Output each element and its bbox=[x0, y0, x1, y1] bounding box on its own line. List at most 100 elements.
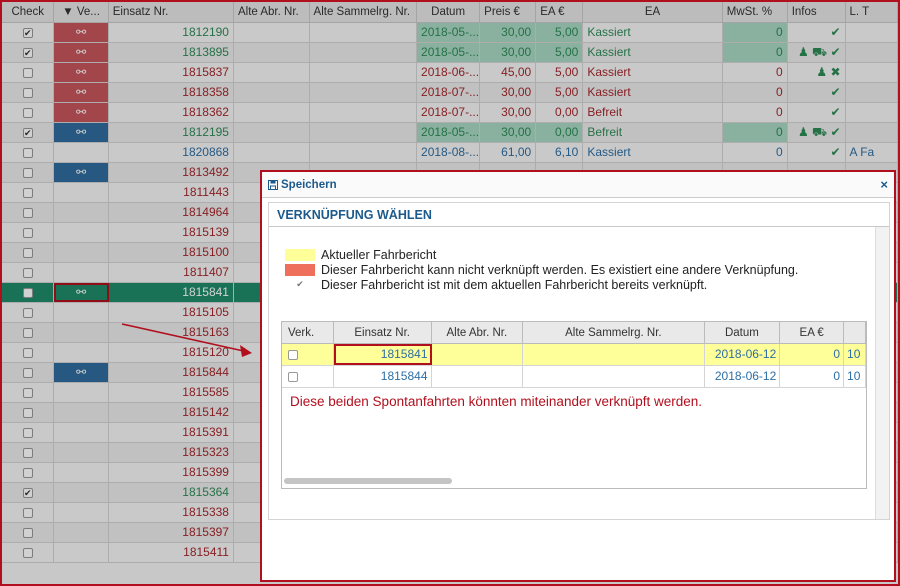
link-cell[interactable]: ⚯ bbox=[54, 103, 109, 122]
row-checkbox[interactable] bbox=[2, 223, 55, 242]
col-check[interactable]: Check bbox=[2, 2, 55, 22]
row-checkbox[interactable] bbox=[2, 463, 55, 482]
link-cell[interactable]: ⚯ bbox=[54, 123, 109, 142]
close-icon[interactable]: × bbox=[880, 177, 888, 192]
link-cell[interactable] bbox=[54, 263, 109, 282]
row-checkbox[interactable] bbox=[2, 523, 55, 542]
row-checkbox[interactable] bbox=[2, 283, 55, 302]
col-infos[interactable]: Infos bbox=[788, 2, 846, 22]
link-icon[interactable]: ⚯ bbox=[76, 125, 86, 139]
link-cell[interactable] bbox=[54, 543, 109, 562]
table-row[interactable]: ⚯ 1818358 2018-07-... 30,00 5,00 Kassiert 0 ✔ bbox=[2, 83, 898, 103]
table-row[interactable]: 1820868 2018-08-... 61,00 6,10 Kassiert 0 ✔ A F… bbox=[2, 143, 898, 163]
row-checkbox[interactable]: ✔ bbox=[2, 483, 55, 502]
row-checkbox[interactable] bbox=[2, 423, 55, 442]
col-mwst[interactable]: MwSt. % bbox=[723, 2, 788, 22]
link-icon[interactable]: ⚯ bbox=[76, 65, 86, 79]
link-cell[interactable] bbox=[54, 503, 109, 522]
link-cell[interactable] bbox=[54, 143, 109, 162]
link-icon[interactable]: ⚯ bbox=[76, 85, 86, 99]
link-cell[interactable] bbox=[54, 523, 109, 542]
verk-checkbox[interactable] bbox=[282, 344, 334, 365]
link-cell[interactable] bbox=[54, 223, 109, 242]
horizontal-scrollbar[interactable] bbox=[284, 478, 452, 484]
col-einsatz[interactable]: Einsatz Nr. bbox=[334, 322, 432, 343]
candidates-header: Verk. Einsatz Nr. Alte Abr. Nr. Alte Sam… bbox=[282, 322, 866, 344]
link-icon[interactable]: ⚯ bbox=[76, 45, 86, 59]
save-button[interactable]: Speichern bbox=[268, 179, 337, 191]
table-row[interactable]: ✔ ⚯ 1812190 2018-05-... 30,00 5,00 Kassiert 0 ✔ bbox=[2, 23, 898, 43]
table-row[interactable]: ⚯ 1818362 2018-07-... 30,00 0,00 Befreit 0 ✔ bbox=[2, 103, 898, 123]
col-alte-sammel[interactable]: Alte Sammelrg. Nr. bbox=[310, 2, 418, 22]
row-checkbox[interactable] bbox=[2, 203, 55, 222]
row-checkbox[interactable] bbox=[2, 263, 55, 282]
link-cell[interactable] bbox=[54, 443, 109, 462]
col-datum[interactable]: Datum bbox=[417, 2, 481, 22]
row-checkbox[interactable] bbox=[2, 183, 55, 202]
link-icon[interactable]: ⚯ bbox=[76, 285, 86, 299]
link-cell[interactable] bbox=[54, 383, 109, 402]
col-verk[interactable]: Verk. bbox=[282, 322, 334, 343]
row-checkbox[interactable] bbox=[2, 143, 55, 162]
row-checkbox[interactable] bbox=[2, 403, 55, 422]
col-alte-abr[interactable]: Alte Abr. Nr. bbox=[234, 2, 310, 22]
link-cell[interactable]: ⚯ bbox=[54, 23, 109, 42]
col-alte-sammel[interactable]: Alte Sammelrg. Nr. bbox=[523, 322, 705, 343]
verk-checkbox[interactable] bbox=[282, 366, 334, 387]
table-row[interactable]: ✔ ⚯ 1812195 2018-05-... 30,00 0,00 Befreit 0 ♟ ⛟… bbox=[2, 123, 898, 143]
row-checkbox[interactable] bbox=[2, 303, 55, 322]
col-verknuepfung[interactable]: ▼ Ve... bbox=[54, 2, 109, 22]
link-cell[interactable] bbox=[54, 483, 109, 502]
datum-cell: 2018-06-... bbox=[417, 63, 481, 82]
row-checkbox[interactable] bbox=[2, 83, 55, 102]
link-icon[interactable]: ⚯ bbox=[76, 365, 86, 379]
link-cell[interactable]: ⚯ bbox=[54, 163, 109, 182]
row-checkbox[interactable] bbox=[2, 383, 55, 402]
candidate-row-current[interactable]: 1815841 2018-06-12 0 10 bbox=[282, 344, 866, 366]
table-row[interactable]: ✔ ⚯ 1813895 2018-05-... 30,00 5,00 Kassiert 0 ♟ … bbox=[2, 43, 898, 63]
col-einsatz[interactable]: Einsatz Nr. bbox=[109, 2, 234, 22]
link-cell[interactable] bbox=[54, 463, 109, 482]
col-lt[interactable]: L. T bbox=[846, 2, 898, 22]
link-cell[interactable] bbox=[54, 423, 109, 442]
link-cell[interactable]: ⚯ bbox=[54, 63, 109, 82]
row-checkbox[interactable]: ✔ bbox=[2, 43, 55, 62]
link-icon[interactable]: ⚯ bbox=[76, 105, 86, 119]
link-cell[interactable]: ⚯ bbox=[54, 283, 109, 302]
candidate-row[interactable]: 1815844 2018-06-12 0 10 bbox=[282, 366, 866, 388]
row-checkbox[interactable] bbox=[2, 363, 55, 382]
row-checkbox[interactable] bbox=[2, 103, 55, 122]
einsatz-cell: 1815139 bbox=[109, 223, 234, 242]
link-cell[interactable] bbox=[54, 203, 109, 222]
row-checkbox[interactable] bbox=[2, 243, 55, 262]
col-ea[interactable]: EA € bbox=[780, 322, 845, 343]
link-cell[interactable] bbox=[54, 323, 109, 342]
link-icon[interactable]: ⚯ bbox=[76, 165, 86, 179]
col-ea-eur[interactable]: EA € bbox=[536, 2, 584, 22]
link-cell[interactable] bbox=[54, 243, 109, 262]
link-cell[interactable] bbox=[54, 303, 109, 322]
col-preis[interactable]: Preis € bbox=[480, 2, 537, 22]
row-checkbox[interactable] bbox=[2, 443, 55, 462]
einsatz-cell: 1812190 bbox=[109, 23, 234, 42]
row-checkbox[interactable] bbox=[2, 63, 55, 82]
row-checkbox[interactable]: ✔ bbox=[2, 23, 55, 42]
col-alte-abr[interactable]: Alte Abr. Nr. bbox=[432, 322, 524, 343]
link-cell[interactable]: ⚯ bbox=[54, 43, 109, 62]
row-checkbox[interactable] bbox=[2, 543, 55, 562]
link-cell[interactable] bbox=[54, 403, 109, 422]
row-checkbox[interactable] bbox=[2, 503, 55, 522]
link-cell[interactable]: ⚯ bbox=[54, 363, 109, 382]
vertical-scrollbar[interactable] bbox=[875, 227, 889, 519]
col-datum[interactable]: Datum bbox=[705, 322, 781, 343]
row-checkbox[interactable]: ✔ bbox=[2, 123, 55, 142]
row-checkbox[interactable] bbox=[2, 323, 55, 342]
row-checkbox[interactable] bbox=[2, 343, 55, 362]
link-cell[interactable] bbox=[54, 343, 109, 362]
link-cell[interactable] bbox=[54, 183, 109, 202]
table-row[interactable]: ⚯ 1815837 2018-06-... 45,00 5,00 Kassiert 0 ♟ ✖ bbox=[2, 63, 898, 83]
link-icon[interactable]: ⚯ bbox=[76, 25, 86, 39]
col-ea[interactable]: EA bbox=[583, 2, 723, 22]
row-checkbox[interactable] bbox=[2, 163, 55, 182]
link-cell[interactable]: ⚯ bbox=[54, 83, 109, 102]
